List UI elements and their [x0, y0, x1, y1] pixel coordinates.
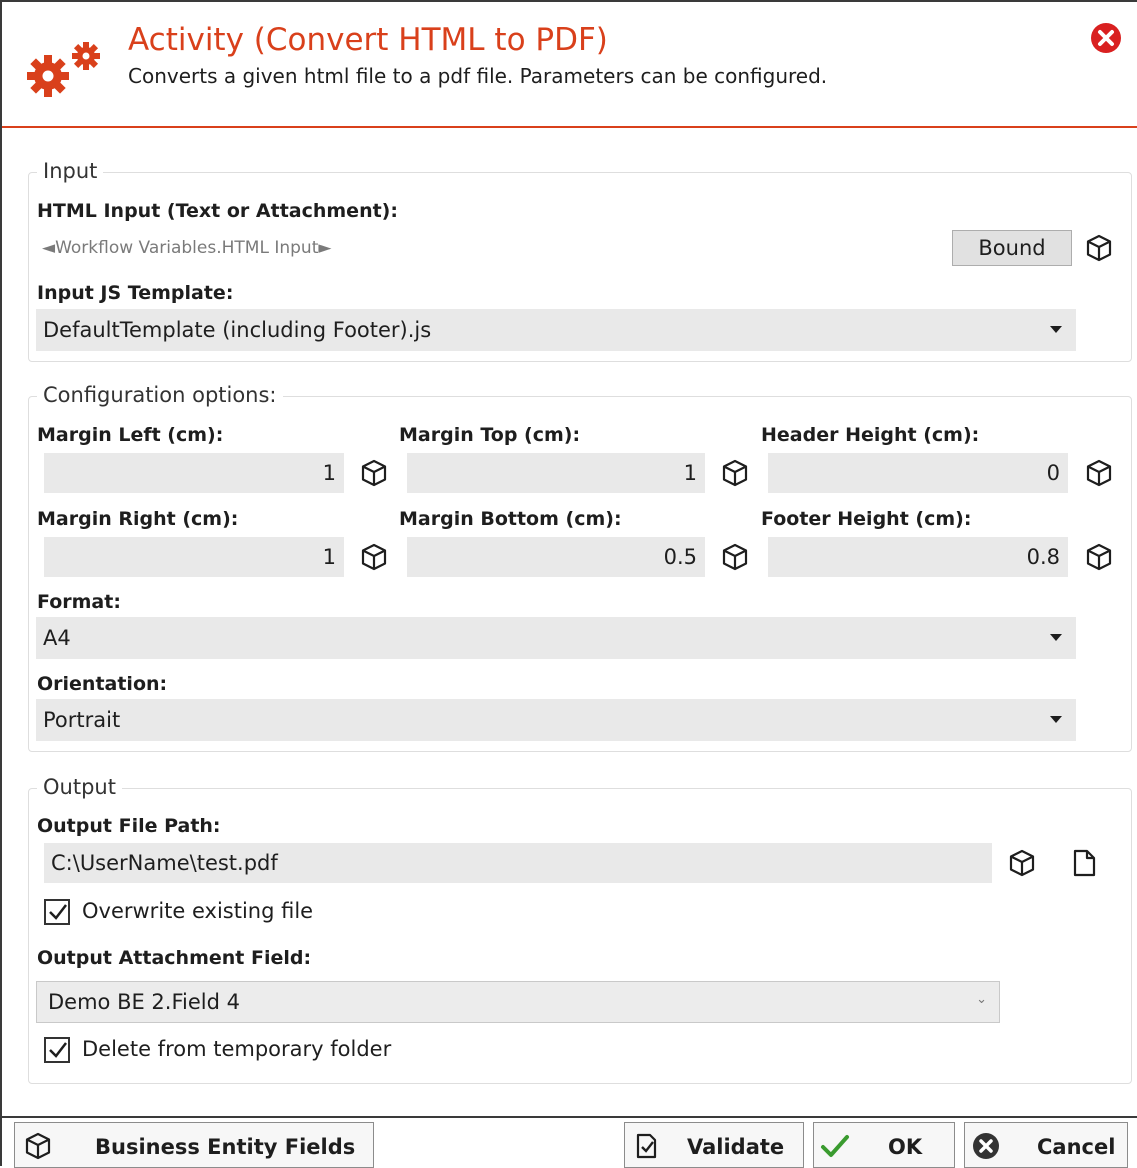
validate-label: Validate — [687, 1135, 785, 1159]
margin-bottom-input[interactable]: 0.5 — [407, 537, 705, 577]
output-attachment-field-label: Output Attachment Field: — [37, 947, 312, 969]
format-value: A4 — [43, 626, 71, 650]
dialog-footer: Business Entity Fields Validate OK Cance… — [2, 1116, 1137, 1168]
dropdown-arrow-icon — [1050, 326, 1062, 333]
format-select[interactable]: A4 — [36, 617, 1076, 659]
cube-icon[interactable] — [720, 458, 750, 488]
output-attachment-field-select[interactable]: Demo BE 2.Field 4 ⌄ — [36, 981, 1000, 1023]
js-template-value: DefaultTemplate (including Footer).js — [43, 318, 432, 342]
chevron-down-icon: ⌄ — [976, 992, 987, 1007]
cube-icon[interactable] — [1084, 542, 1114, 572]
margin-top-input[interactable]: 1 — [407, 453, 705, 493]
output-file-path-value: C:\UserName\test.pdf — [51, 851, 278, 875]
footer-height-value: 0.8 — [1026, 545, 1060, 569]
cancel-label: Cancel — [1037, 1135, 1116, 1159]
margin-right-label: Margin Right (cm): — [37, 508, 239, 530]
js-template-label: Input JS Template: — [37, 282, 234, 304]
validate-button[interactable]: Validate — [624, 1122, 804, 1168]
margin-right-input[interactable]: 1 — [44, 537, 344, 577]
cancel-button[interactable]: Cancel — [964, 1122, 1128, 1168]
cube-icon[interactable] — [1007, 848, 1037, 878]
orientation-label: Orientation: — [37, 673, 168, 695]
footer-height-input[interactable]: 0.8 — [768, 537, 1068, 577]
delete-temp-label[interactable]: Delete from temporary folder — [82, 1037, 391, 1061]
ok-button[interactable]: OK — [813, 1122, 955, 1168]
delete-temp-checkbox[interactable] — [44, 1037, 70, 1063]
overwrite-label[interactable]: Overwrite existing file — [82, 899, 313, 923]
output-legend: Output — [37, 775, 122, 799]
margin-right-value: 1 — [322, 545, 336, 569]
cancel-icon — [973, 1133, 999, 1159]
margin-top-label: Margin Top (cm): — [399, 424, 581, 446]
ok-check-icon — [821, 1135, 849, 1157]
activity-dialog: Activity (Convert HTML to PDF) Converts … — [0, 0, 1137, 1168]
dropdown-arrow-icon — [1050, 634, 1062, 641]
dialog-header: Activity (Convert HTML to PDF) Converts … — [2, 2, 1137, 128]
format-label: Format: — [37, 591, 121, 613]
dropdown-arrow-icon — [1050, 716, 1062, 723]
output-attachment-field-value: Demo BE 2.Field 4 — [48, 990, 240, 1014]
dialog-subtitle: Converts a given html file to a pdf file… — [128, 64, 828, 88]
margin-left-input[interactable]: 1 — [44, 453, 344, 493]
header-height-input[interactable]: 0 — [768, 453, 1068, 493]
margin-left-label: Margin Left (cm): — [37, 424, 224, 446]
output-file-path-label: Output File Path: — [37, 815, 221, 837]
margin-top-value: 1 — [683, 461, 697, 485]
margin-bottom-value: 0.5 — [663, 545, 697, 569]
output-file-path-input[interactable]: C:\UserName\test.pdf — [44, 843, 992, 883]
cube-icon[interactable] — [359, 458, 389, 488]
cube-icon[interactable] — [359, 542, 389, 572]
html-input-label: HTML Input (Text or Attachment): — [37, 200, 398, 222]
input-legend: Input — [37, 159, 104, 183]
orientation-select[interactable]: Portrait — [36, 699, 1076, 741]
header-height-label: Header Height (cm): — [761, 424, 980, 446]
validate-icon — [636, 1133, 657, 1159]
cube-icon — [25, 1132, 51, 1160]
business-entity-fields-button[interactable]: Business Entity Fields — [14, 1122, 374, 1168]
margin-bottom-label: Margin Bottom (cm): — [399, 508, 622, 530]
cube-icon[interactable] — [1084, 458, 1114, 488]
overwrite-checkbox[interactable] — [44, 899, 70, 925]
checkmark-icon — [49, 1042, 67, 1058]
footer-height-label: Footer Height (cm): — [761, 508, 972, 530]
orientation-value: Portrait — [43, 708, 121, 732]
cube-icon[interactable] — [1084, 233, 1114, 263]
margin-left-value: 1 — [322, 461, 336, 485]
header-height-value: 0 — [1046, 461, 1060, 485]
html-input-bound-value: ◄Workflow Variables.HTML Input► — [42, 238, 332, 258]
gears-icon — [27, 42, 100, 97]
config-legend: Configuration options: — [37, 383, 283, 407]
ok-label: OK — [888, 1135, 923, 1159]
business-entity-fields-label: Business Entity Fields — [95, 1135, 356, 1159]
file-icon[interactable] — [1069, 848, 1099, 878]
close-icon[interactable] — [1090, 22, 1122, 54]
js-template-select[interactable]: DefaultTemplate (including Footer).js — [36, 309, 1076, 351]
bound-button[interactable]: Bound — [952, 230, 1072, 266]
cube-icon[interactable] — [720, 542, 750, 572]
checkmark-icon — [49, 904, 67, 920]
dialog-title: Activity (Convert HTML to PDF) — [128, 22, 608, 58]
